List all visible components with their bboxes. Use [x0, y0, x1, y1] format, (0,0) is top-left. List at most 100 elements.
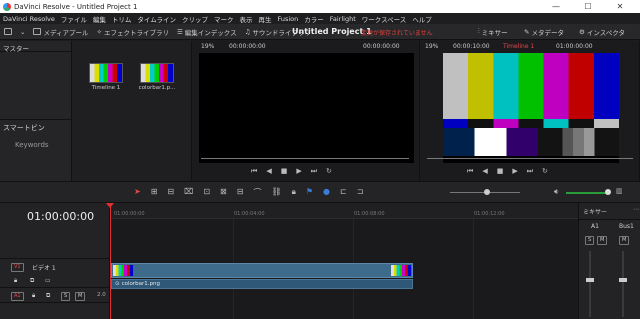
fader-track-bus1[interactable]: [622, 251, 624, 317]
reverse-icon[interactable]: ◀: [482, 167, 487, 176]
menu-item[interactable]: ワークスペース: [359, 14, 410, 24]
resolve-logo-icon: [3, 2, 11, 11]
close-button[interactable]: ✕: [608, 0, 632, 13]
skip-forward-icon[interactable]: ⏭: [311, 167, 317, 176]
clip-start-thumbnail: [113, 265, 133, 276]
zoom-full-icon[interactable]: ⊏: [340, 187, 347, 198]
more-options-icon[interactable]: ⋯: [633, 206, 639, 213]
volume-slider[interactable]: [566, 192, 608, 194]
media-pool-button[interactable]: メディアプール: [29, 24, 92, 40]
auto-select-icon[interactable]: ⧉: [46, 292, 50, 300]
menu-item[interactable]: トリム: [109, 14, 135, 24]
lock-icon[interactable]: 🔒︎: [292, 187, 296, 198]
colorbar-thumbnail[interactable]: [140, 63, 174, 83]
reverse-icon[interactable]: ◀: [266, 167, 271, 176]
selection-pointer-icon[interactable]: ➤: [134, 187, 141, 198]
audio-meter-icon[interactable]: ▥: [616, 187, 623, 195]
menu-item[interactable]: 表示: [236, 14, 255, 24]
timeline-zoom[interactable]: 19%: [425, 43, 438, 50]
audio-clip[interactable]: ⊙ colorbar1.png: [111, 279, 413, 289]
maximize-button[interactable]: ☐: [576, 0, 600, 13]
media-pool-label: メディアプール: [43, 28, 89, 37]
mixer-channel-bus1: Bus1: [619, 223, 634, 230]
track-lock-icon[interactable]: 🔒︎: [14, 277, 17, 285]
keywords-bin[interactable]: Keywords: [3, 133, 69, 149]
fader-handle-bus1[interactable]: [619, 278, 627, 282]
trim-tool-icon[interactable]: ⊞: [151, 187, 158, 198]
mixer-mute-button[interactable]: M: [597, 236, 608, 245]
menu-item[interactable]: 再生: [255, 14, 274, 24]
unsaved-changes-notice: 変更が保存されていません: [361, 30, 433, 37]
menu-item[interactable]: ヘルプ: [409, 14, 435, 24]
dynamic-trim-icon[interactable]: ⊟: [167, 187, 174, 198]
edit-index-label: 編集インデックス: [184, 28, 237, 37]
menu-item[interactable]: 編集: [90, 14, 109, 24]
smart-bins-section: スマートビン Keywords: [0, 119, 72, 152]
loop-icon[interactable]: ↻: [542, 167, 548, 176]
master-bin[interactable]: マスター: [0, 41, 71, 53]
mixer-button[interactable]: ⫶ ミキサー: [474, 24, 512, 40]
play-icon[interactable]: ▶: [296, 167, 301, 176]
video-track-name[interactable]: ビデオ 1: [32, 263, 56, 272]
volume-handle[interactable]: [605, 189, 611, 195]
chevron-down-button[interactable]: ⌄: [16, 24, 29, 40]
track-lock-icon[interactable]: 🔒︎: [32, 292, 35, 300]
timeline-ruler[interactable]: 01:00:00:00 01:00:04:00 01:00:08:00 01:0…: [110, 203, 578, 219]
zoom-detail-icon[interactable]: ⊐: [357, 187, 364, 198]
timeline-name[interactable]: Timeline 1: [503, 43, 534, 50]
timeline-thumbnail[interactable]: [89, 63, 123, 83]
track-headers: 01:00:00:00 V1 ビデオ 1 🔒︎ ⧉ ▭ A1 🔒︎ ⧉ S M …: [0, 203, 110, 319]
timeline-panel: 01:00:00:00 V1 ビデオ 1 🔒︎ ⧉ ▭ A1 🔒︎ ⧉ S M …: [0, 203, 578, 319]
timeline-zoom-handle[interactable]: [484, 189, 490, 195]
audio-track-level: 2.0: [97, 292, 106, 298]
marker-icon[interactable]: ●: [323, 187, 330, 198]
solo-button[interactable]: S: [61, 292, 71, 301]
snapping-icon[interactable]: ⌒: [253, 187, 261, 198]
loop-icon[interactable]: ↻: [326, 167, 332, 176]
skip-forward-icon[interactable]: ⏭: [527, 167, 533, 176]
source-viewer: 19% 00:00:00:00 00:00:00:00 ⏮ ◀ ■ ▶ ⏭ ↻: [193, 41, 420, 181]
menu-item[interactable]: タイムライン: [134, 14, 179, 24]
menu-item[interactable]: ファイル: [58, 14, 90, 24]
track-id-a1[interactable]: A1: [11, 292, 24, 301]
source-zoom[interactable]: 19%: [201, 43, 214, 50]
video-clip[interactable]: [111, 263, 413, 278]
skip-back-icon[interactable]: ⏮: [251, 167, 257, 176]
metadata-button[interactable]: ✎ メタデータ: [520, 24, 568, 40]
edit-index-button[interactable]: ☰ 編集インデックス: [173, 24, 241, 40]
menu-item[interactable]: Fusion: [274, 15, 301, 23]
replace-clip-icon[interactable]: ⊟: [237, 187, 244, 198]
clip-end-thumbnail: [391, 265, 411, 276]
link-icon[interactable]: ⛓: [271, 187, 281, 198]
source-scrubber[interactable]: [201, 158, 409, 159]
menu-item[interactable]: DaVinci Resolve: [0, 15, 58, 23]
fader-handle-a1[interactable]: [586, 278, 594, 282]
fader-track-a1[interactable]: [589, 251, 591, 317]
track-id-v1[interactable]: V1: [11, 263, 24, 272]
blade-tool-icon[interactable]: ⌧: [184, 187, 193, 198]
mixer-solo-button[interactable]: S: [585, 236, 595, 245]
bus-mute-button[interactable]: M: [619, 236, 630, 245]
menu-item[interactable]: Fairlight: [327, 15, 359, 23]
volume-icon[interactable]: 🔉︎: [554, 187, 559, 197]
minimize-button[interactable]: —: [544, 0, 568, 13]
playhead[interactable]: [110, 205, 111, 319]
auto-select-icon[interactable]: ⧉: [30, 277, 34, 285]
panel-toggle-button[interactable]: [0, 24, 16, 40]
skip-back-icon[interactable]: ⏮: [467, 167, 473, 176]
stop-icon[interactable]: ■: [281, 167, 288, 176]
menu-item[interactable]: クリップ: [179, 14, 211, 24]
mute-button[interactable]: M: [75, 292, 86, 301]
flag-icon[interactable]: ⚑: [306, 187, 313, 198]
menu-item[interactable]: カラー: [301, 14, 327, 24]
overwrite-clip-icon[interactable]: ⊠: [220, 187, 227, 198]
menu-item[interactable]: マーク: [211, 14, 237, 24]
insert-clip-icon[interactable]: ⊡: [203, 187, 210, 198]
timeline-scrubber[interactable]: [427, 158, 633, 159]
ruler-tick: 01:00:08:00: [354, 211, 385, 217]
play-icon[interactable]: ▶: [512, 167, 517, 176]
inspector-button[interactable]: ⚙ インスペクタ: [575, 24, 629, 40]
track-visibility-icon[interactable]: ▭: [45, 277, 51, 284]
effects-library-button[interactable]: ✧ エフェクトライブラリ: [93, 24, 173, 40]
stop-icon[interactable]: ■: [497, 167, 504, 176]
